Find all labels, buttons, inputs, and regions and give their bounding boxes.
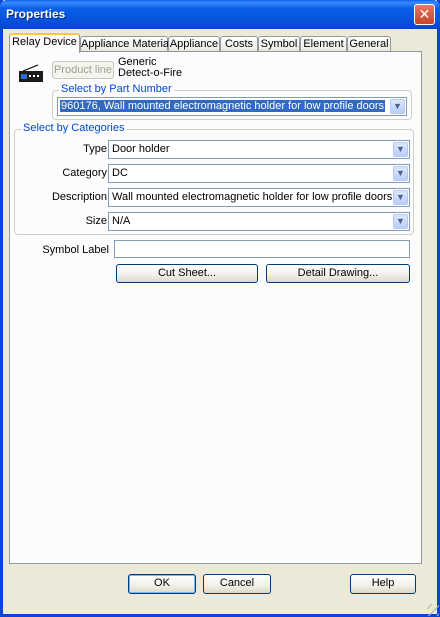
help-button[interactable]: Help — [350, 574, 416, 594]
window-title: Properties — [6, 7, 66, 21]
part-number-value: 960176, Wall mounted electromagnetic hol… — [60, 100, 386, 112]
size-value: N/A — [112, 215, 131, 227]
categories-group-label: Select by Categories — [21, 122, 127, 135]
close-button[interactable]: ✕ — [414, 4, 435, 25]
relay-device-page: Product line Generic Detect-o-Fire Selec… — [9, 51, 422, 564]
description-select[interactable]: Wall mounted electromagnetic holder for … — [108, 188, 410, 207]
category-label: Category — [62, 167, 107, 179]
ok-button[interactable]: OK — [128, 574, 196, 594]
type-select[interactable]: Door holder ▼ — [108, 140, 410, 159]
description-label: Description — [51, 191, 107, 203]
manufacturer-name: Detect-o-Fire — [118, 67, 183, 79]
product-line-button[interactable]: Product line — [52, 61, 114, 79]
type-value: Door holder — [112, 143, 170, 155]
chevron-down-icon[interactable]: ▼ — [393, 166, 408, 181]
part-number-group-label: Select by Part Number — [59, 83, 174, 96]
chevron-down-icon[interactable]: ▼ — [393, 142, 408, 157]
chevron-down-icon[interactable]: ▼ — [390, 99, 405, 114]
cut-sheet-button[interactable]: Cut Sheet... — [116, 264, 258, 283]
category-select[interactable]: DC ▼ — [108, 164, 410, 183]
type-label: Type — [83, 143, 107, 155]
description-value: Wall mounted electromagnetic holder for … — [112, 191, 393, 203]
tab-relay-device[interactable]: Relay Device — [9, 33, 80, 53]
symbol-label-input[interactable] — [114, 240, 410, 258]
close-icon: ✕ — [418, 6, 431, 22]
chevron-down-icon[interactable]: ▼ — [393, 190, 408, 205]
detail-drawing-button[interactable]: Detail Drawing... — [266, 264, 410, 283]
categories-group: Select by Categories Type Door holder ▼ … — [14, 122, 414, 235]
title-bar[interactable]: Properties ✕ — [0, 0, 440, 29]
chevron-down-icon[interactable]: ▼ — [393, 214, 408, 229]
size-select[interactable]: N/A ▼ — [108, 212, 410, 231]
cancel-button[interactable]: Cancel — [203, 574, 271, 594]
part-number-group: Select by Part Number 960176, Wall mount… — [52, 83, 412, 120]
resize-grip-icon[interactable] — [427, 604, 439, 616]
part-number-select[interactable]: 960176, Wall mounted electromagnetic hol… — [57, 97, 407, 116]
category-value: DC — [112, 167, 128, 179]
symbol-label-label: Symbol Label — [42, 244, 109, 256]
relay-device-icon — [18, 62, 44, 84]
size-label: Size — [85, 215, 107, 227]
